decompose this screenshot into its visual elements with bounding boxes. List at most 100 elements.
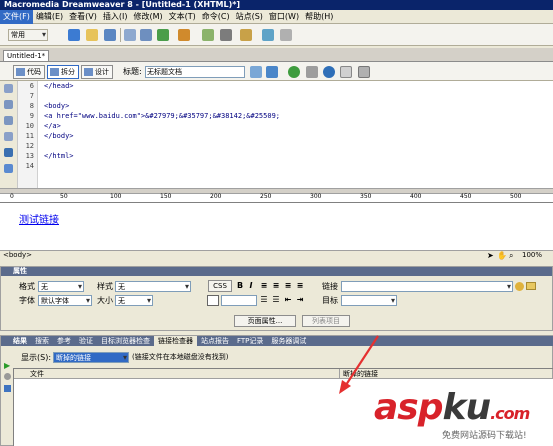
results-tab[interactable]: 站点报告 [197,336,233,346]
align-center-icon[interactable]: ≡ [271,281,281,291]
table-icon[interactable] [124,29,136,41]
collapse-tag-icon[interactable] [4,100,13,109]
results-header[interactable]: 结果 [1,336,31,346]
page-title-input[interactable] [145,66,245,78]
expand-all-icon[interactable] [4,116,13,125]
split-view-button[interactable]: 拆分 [47,65,79,79]
justify-icon[interactable]: ≡ [295,281,305,291]
color-input[interactable] [221,295,257,306]
results-tab[interactable]: 搜索 [31,336,53,346]
email-link-icon[interactable] [86,29,98,41]
stop-icon[interactable] [4,373,11,380]
code-view-button[interactable]: 代码 [13,65,45,79]
show-label: 显示(S): [21,353,52,362]
results-tab[interactable]: 目标浏览器检查 [97,336,154,346]
menu-item-2[interactable]: 查看(V) [66,10,100,24]
column-file[interactable]: 文件 [14,369,340,379]
style-select[interactable]: 无 [115,281,191,292]
menu-item-4[interactable]: 修改(M) [130,10,165,24]
view-options-icon[interactable] [306,66,318,78]
menu-item-6[interactable]: 命令(C) [199,10,233,24]
zoom-tool-icon[interactable]: ⌕ [509,251,513,260]
menu-item-7[interactable]: 站点(S) [233,10,266,24]
watermark-subtitle: 免费网站源码下载站! [442,431,527,441]
results-tab[interactable]: 验证 [75,336,97,346]
css-button[interactable]: CSS [208,280,232,292]
line-numbers-icon[interactable] [4,148,13,157]
color-picker[interactable] [207,295,219,306]
zoom-level[interactable]: 100% [522,251,542,260]
menu-item-8[interactable]: 窗口(W) [266,10,302,24]
visual-aids-icon[interactable] [323,66,335,78]
design-view[interactable]: 测试链接 [0,203,553,250]
align-right-icon[interactable]: ≡ [283,281,293,291]
page-properties-button[interactable]: 页面属性... [234,315,296,327]
menu-item-1[interactable]: 编辑(E) [33,10,66,24]
run-check-icon[interactable]: ▶ [4,361,10,370]
italic-button[interactable]: I [246,281,256,291]
watermark-ku: ku [442,387,492,428]
font-select[interactable]: 默认字体 [38,295,92,306]
layer-icon[interactable] [140,29,152,41]
code-toolbar [0,81,18,188]
show-select[interactable]: 断掉的链接 [53,352,129,363]
bold-button[interactable]: B [235,281,245,291]
results-tab[interactable]: 服务器调试 [267,336,310,346]
open-documents-icon[interactable] [4,84,13,93]
window-title: Macromedia Dreamweaver 8 - [Untitled-1 (… [0,0,553,10]
properties-header[interactable]: 属性 [1,267,552,276]
insert-category-select[interactable]: 常用 [8,29,48,41]
results-tab[interactable]: 参考 [53,336,75,346]
hyperlink-icon[interactable] [68,29,80,41]
refresh-icon[interactable] [288,66,300,78]
code-view[interactable]: 6 7 8 9 10 11 12 13 14 </head> <body> <a href="www… [0,81,553,188]
design-view-button[interactable]: 设计 [81,65,113,79]
tag-chooser-icon[interactable] [262,29,274,41]
snippet-icon[interactable] [280,29,292,41]
target-select[interactable] [341,295,397,306]
design-link[interactable]: 测试链接 [19,211,59,226]
line-number: 8 [29,102,34,110]
menu-item-9[interactable]: 帮助(H) [302,10,336,24]
unordered-list-icon[interactable]: ☰ [259,295,269,305]
results-tab[interactable]: 链接检查器 [154,336,197,346]
list-item-button[interactable]: 列表项目 [302,315,350,327]
outdent-icon[interactable]: ⇤ [283,295,293,305]
validate-markup-icon[interactable] [340,66,352,78]
code-view-label: 代码 [27,68,41,76]
check-browser-icon[interactable] [358,66,370,78]
template-icon[interactable] [240,29,252,41]
tab-untitled-1[interactable]: Untitled-1* [3,50,49,61]
indent-icon[interactable]: ⇥ [295,295,305,305]
menu-item-3[interactable]: 插入(I) [100,10,131,24]
date-icon[interactable] [202,29,214,41]
file-management-icon[interactable] [250,66,262,78]
link-input[interactable] [341,281,513,292]
size-select[interactable]: 无 [115,295,153,306]
comment-icon[interactable] [220,29,232,41]
point-to-file-icon[interactable] [515,282,524,291]
results-tab[interactable]: FTP记录 [233,336,267,346]
select-tool-icon[interactable]: ➤ [487,251,494,260]
ordered-list-icon[interactable]: ☰ [271,295,281,305]
hand-tool-icon[interactable]: ✋ [497,251,507,260]
align-left-icon[interactable]: ≡ [259,281,269,291]
ruler-tick: 500 [510,193,522,200]
preview-browser-icon[interactable] [266,66,278,78]
image-icon[interactable] [157,29,169,41]
highlight-invalid-icon[interactable] [4,164,13,173]
menu-item-0[interactable]: 文件(F) [0,9,33,24]
select-parent-tag-icon[interactable] [4,132,13,141]
anchor-icon[interactable] [104,29,116,41]
media-icon[interactable] [178,29,190,41]
target-label: 目标 [322,296,338,305]
menu-item-5[interactable]: 文本(T) [166,10,199,24]
line-number: 12 [25,142,34,150]
design-view-label: 设计 [95,68,109,76]
format-select[interactable]: 无 [38,281,84,292]
save-report-icon[interactable] [4,385,11,392]
line-number: 13 [25,152,34,160]
tag-selector-body[interactable]: <body> [3,251,32,260]
browse-folder-icon[interactable] [526,282,536,290]
